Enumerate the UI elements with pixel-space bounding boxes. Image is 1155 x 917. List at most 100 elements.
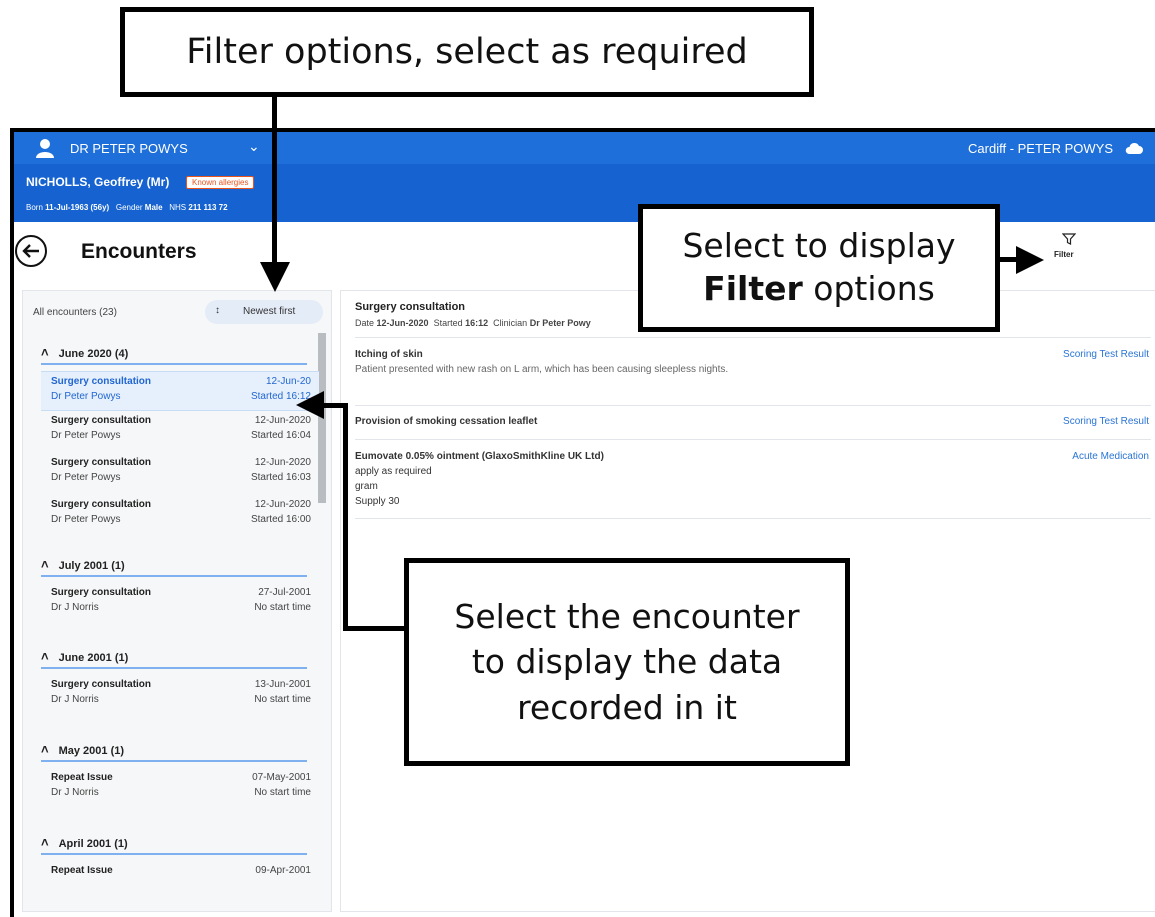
encounter-date: 09-Apr-2001	[255, 865, 311, 876]
entry-text: Patient presented with new rash on L arm…	[355, 364, 729, 375]
pointer-line	[343, 626, 404, 631]
entry-type-link[interactable]: Acute Medication	[1072, 451, 1149, 462]
entry-type-link[interactable]: Scoring Test Result	[1063, 416, 1149, 427]
nhs-value: 211 113 72	[188, 203, 228, 212]
patient-details: Born 11-Jul-1963 (56y) Gender Male NHS 2…	[26, 203, 228, 212]
encounter-list-panel: All encounters (23) ↕ Newest first ˄ June…	[22, 290, 332, 912]
group-header[interactable]: ˄ April 2001 (1)	[41, 835, 128, 850]
select-encounter-line3: recorded in it	[517, 687, 737, 727]
display-filter-bold: Filter	[703, 269, 803, 308]
encounter-title: Repeat Issue	[51, 772, 113, 783]
encounter-title: Surgery consultation	[51, 415, 152, 426]
group-divider	[41, 363, 307, 365]
clinician-label: Clinician	[493, 318, 528, 328]
user-name[interactable]: DR PETER POWYS	[70, 141, 188, 156]
group-divider	[41, 853, 307, 855]
divider	[355, 518, 1151, 519]
encounter-date: 07-May-2001	[252, 772, 311, 783]
chevron-down-icon[interactable]: ⌄	[248, 138, 260, 155]
chevron-up-icon[interactable]: ˄	[41, 649, 49, 664]
encounter-row[interactable]: Repeat Issue 09-Apr-2001	[41, 861, 319, 899]
arrow-left-icon	[296, 391, 324, 419]
encounter-start: Started 16:00	[250, 514, 311, 525]
entry-line: Supply 30	[355, 496, 400, 507]
entry-line: gram	[355, 481, 378, 492]
chevron-up-icon[interactable]: ˄	[41, 557, 49, 572]
group-label: May 2001 (1)	[58, 745, 125, 757]
detail-title: Surgery consultation	[355, 301, 466, 313]
encounter-date: 27-Jul-2001	[258, 587, 311, 598]
allergy-badge[interactable]: Known allergies	[186, 176, 255, 189]
pointer-line	[343, 403, 348, 631]
gender-label: Gender	[115, 203, 143, 212]
nhs-label: NHS	[169, 203, 187, 212]
filter-icon[interactable]	[1061, 232, 1077, 246]
divider	[355, 337, 1151, 338]
display-filter-callout: Select to display Filter options	[638, 204, 1000, 332]
group-divider	[41, 760, 307, 762]
encounter-clinician: Dr Peter Powys	[51, 391, 121, 402]
started-value: 16:12	[465, 318, 489, 328]
page-title: Encounters	[81, 240, 197, 263]
display-filter-line2: Filter options	[703, 268, 935, 311]
encounter-row[interactable]: Surgery consultation Dr Peter Powys 12-Jun…	[41, 453, 319, 491]
gender-value: Male	[144, 203, 163, 212]
divider	[355, 405, 1151, 406]
top-bar: DR PETER POWYS ⌄ Cardiff - PETER POWYS	[14, 132, 1155, 164]
cloud-icon[interactable]	[1125, 141, 1143, 155]
encounter-row[interactable]: Surgery consultation Dr Peter Powys 12-Jun…	[41, 411, 319, 449]
display-filter-line1: Select to display	[682, 226, 956, 266]
chevron-up-icon[interactable]: ˄	[41, 345, 49, 360]
user-icon	[34, 138, 56, 158]
patient-name[interactable]: NICHOLLS, Geoffrey (Mr)	[26, 175, 169, 189]
back-arrow-icon[interactable]	[14, 234, 48, 268]
encounter-row[interactable]: Repeat Issue Dr J Norris 07-May-2001 No sta…	[41, 768, 319, 806]
encounter-row[interactable]: Surgery consultation Dr J Norris 27-Jul-20…	[41, 583, 319, 621]
encounter-title: Repeat Issue	[51, 865, 113, 876]
encounter-start: Started 16:04	[250, 430, 311, 441]
born-label: Born	[26, 203, 43, 212]
clinician-value: Dr Peter Powy	[529, 318, 591, 328]
encounter-start: Started 16:03	[250, 472, 311, 483]
group-label: June 2001 (1)	[58, 652, 129, 664]
encounter-groups: ˄ June 2020 (4) Surgery consultation Dr Pet…	[23, 291, 323, 911]
location-label[interactable]: Cardiff - PETER POWYS	[968, 141, 1113, 156]
encounter-date: 12-Jun-2020	[254, 499, 311, 510]
chevron-up-icon[interactable]: ˄	[41, 835, 49, 850]
encounter-title: Surgery consultation	[51, 679, 152, 690]
entry-heading[interactable]: Itching of skin	[355, 349, 1151, 360]
select-encounter-callout: Select the encounter to display the data…	[404, 558, 850, 766]
group-header[interactable]: ˄ June 2001 (1)	[41, 649, 128, 664]
entry-type-link[interactable]: Scoring Test Result	[1063, 349, 1149, 360]
group-header[interactable]: ˄ July 2001 (1)	[41, 557, 125, 572]
entry-line: apply as required	[355, 466, 432, 477]
display-filter-rest: options	[802, 269, 935, 308]
filter-options-callout: Filter options, select as required	[120, 7, 814, 97]
group-divider	[41, 667, 307, 669]
group-label: July 2001 (1)	[58, 560, 125, 572]
group-header[interactable]: ˄ June 2020 (4)	[41, 345, 128, 360]
filter-options-callout-text: Filter options, select as required	[186, 32, 748, 72]
encounter-start: No start time	[254, 787, 311, 798]
encounter-clinician: Dr J Norris	[51, 694, 99, 705]
group-label: April 2001 (1)	[58, 838, 128, 850]
entry-heading[interactable]: Provision of smoking cessation leaflet	[355, 416, 1151, 427]
born-value: 11-Jul-1963 (56y)	[45, 203, 110, 212]
encounter-row[interactable]: Surgery consultation Dr Peter Powys 12-Jun…	[41, 495, 319, 533]
encounter-row[interactable]: Surgery consultation Dr Peter Powys 12-Jun…	[41, 371, 319, 411]
encounter-row[interactable]: Surgery consultation Dr J Norris 13-Jun-20…	[41, 675, 319, 713]
encounter-clinician: Dr Peter Powys	[51, 430, 121, 441]
entry-heading[interactable]: Eumovate 0.05% ointment (GlaxoSmithKline…	[355, 451, 1151, 462]
group-divider	[41, 575, 307, 577]
filter-button-label[interactable]: Filter	[1054, 250, 1074, 259]
select-encounter-line1: Select the encounter	[454, 596, 800, 636]
encounter-clinician: Dr J Norris	[51, 787, 99, 798]
encounter-date: 12-Jun-2020	[254, 457, 311, 468]
encounter-start: No start time	[254, 602, 311, 613]
arrow-right-icon	[1016, 246, 1044, 274]
encounter-clinician: Dr Peter Powys	[51, 472, 121, 483]
select-encounter-line2: to display the data	[471, 642, 783, 682]
chevron-up-icon[interactable]: ˄	[41, 742, 49, 757]
group-header[interactable]: ˄ May 2001 (1)	[41, 742, 124, 757]
encounter-title: Surgery consultation	[51, 499, 152, 510]
